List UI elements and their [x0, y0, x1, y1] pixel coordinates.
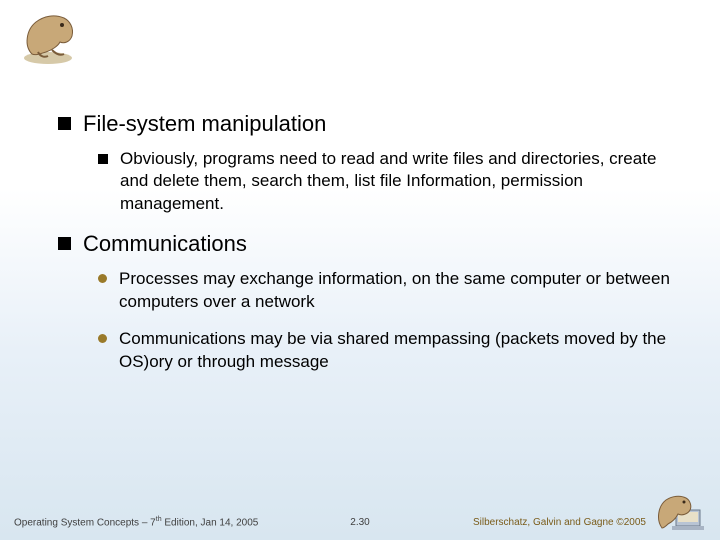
- footer-slide-number: 2.30: [350, 517, 369, 528]
- bullet-communications: Communications: [58, 230, 680, 258]
- square-bullet-icon: [58, 237, 71, 250]
- square-bullet-icon: [58, 117, 71, 130]
- sub-bullet-text: Obviously, programs need to read and wri…: [120, 148, 680, 217]
- bullet-heading: Communications: [83, 230, 247, 258]
- bullet-heading: File-system manipulation: [83, 110, 326, 138]
- footer-copyright: Silberschatz, Galvin and Gagne ©2005: [473, 517, 646, 528]
- footer-left: Operating System Concepts – 7th Edition,…: [14, 516, 258, 528]
- sub-bullet-text: Communications may be via shared mempass…: [119, 328, 680, 374]
- sub-bullet: Communications may be via shared mempass…: [98, 328, 680, 374]
- square-bullet-icon: [98, 154, 108, 164]
- dot-bullet-icon: [98, 334, 107, 343]
- footer: Operating System Concepts – 7th Edition,…: [0, 496, 720, 540]
- sub-bullet: Obviously, programs need to read and wri…: [98, 148, 680, 217]
- bullet-file-system: File-system manipulation: [58, 110, 680, 138]
- dot-bullet-icon: [98, 274, 107, 283]
- sub-bullet: Processes may exchange information, on t…: [98, 268, 680, 314]
- sub-bullet-text: Processes may exchange information, on t…: [119, 268, 680, 314]
- footer-left-prefix: Operating System Concepts – 7: [14, 517, 156, 528]
- content-area: File-system manipulation Obviously, prog…: [58, 110, 680, 388]
- footer-left-suffix: Edition, Jan 14, 2005: [162, 517, 259, 528]
- slide: File-system manipulation Obviously, prog…: [0, 0, 720, 540]
- header-dinosaur-icon: [18, 8, 78, 66]
- footer-dinosaur-icon: [654, 490, 710, 534]
